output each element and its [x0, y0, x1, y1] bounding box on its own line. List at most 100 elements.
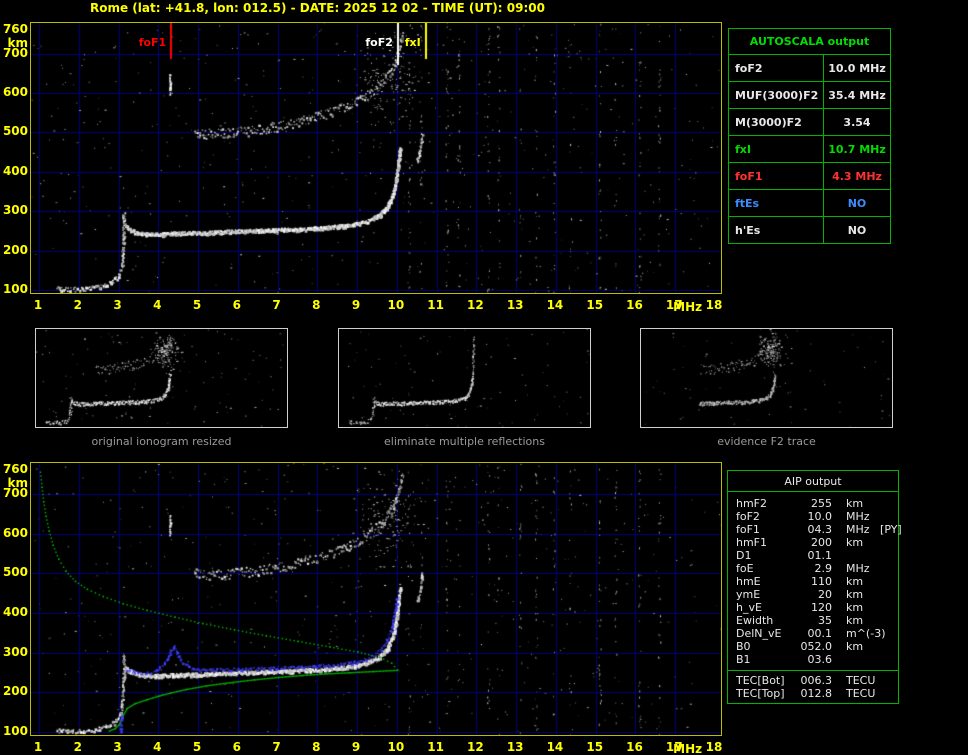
ionogram-panel-top: foF1 foF2 fxI — [30, 22, 722, 294]
aip-param-unit: km — [846, 536, 864, 549]
aip-param-name: foF1 — [736, 523, 760, 536]
x-tick-bottom: 9 — [351, 740, 361, 754]
aip-param-value: 10.0 — [807, 510, 833, 523]
autoscala-row: fxI 10.7 MHz — [728, 135, 891, 163]
autoscala-header-row: AUTOSCALA output — [728, 28, 891, 55]
aip-row: DelN_vE 00.1 m^(-3) — [736, 627, 898, 640]
x-tick-top: 6 — [232, 298, 241, 312]
thumbnail-f2-evidence — [640, 328, 893, 428]
x-tick-bottom: 8 — [312, 740, 321, 754]
autoscala-param-value: 35.4 MHz — [823, 81, 891, 109]
aip-param-name: DelN_vE — [736, 627, 782, 640]
aip-param-value: 012.8 — [800, 687, 833, 700]
aip-param-unit: m^(-3) — [846, 627, 886, 640]
aip-param-name: D1 — [736, 549, 752, 562]
aip-param-unit: km — [846, 575, 864, 588]
autoscala-param-value: NO — [823, 189, 891, 217]
x-tick-top: 1 — [33, 298, 43, 312]
thumbnail-canvas-original — [36, 329, 287, 427]
aip-row: B0 052.0 km — [736, 640, 898, 653]
aip-param-unit: MHz [PY] — [846, 523, 902, 536]
aip-param-value: 255 — [811, 497, 832, 510]
x-tick-top: 5 — [192, 298, 202, 312]
x-tick-bottom: 12 — [467, 740, 484, 754]
autoscala-param-value: 4.3 MHz — [823, 162, 891, 190]
aip-row: Ewidth 35 km — [736, 614, 898, 627]
autoscala-row: ftEs NO — [728, 189, 891, 217]
y-tick-top: 600 — [2, 85, 28, 100]
x-tick-bottom: 13 — [506, 740, 524, 754]
autoscala-param-value: 10.0 MHz — [823, 54, 891, 82]
aip-param-name: TEC[Top] — [736, 687, 785, 700]
ionogram-canvas-bottom — [31, 463, 721, 735]
aip-row: TEC[Top] 012.8 TECU — [736, 687, 898, 700]
y-tick-bottom: 760 — [2, 462, 28, 476]
autoscala-table-header: AUTOSCALA output — [728, 28, 891, 55]
y-axis-unit-top: km — [7, 36, 28, 50]
y-tick-bottom: 500 — [2, 565, 28, 580]
aip-param-unit: MHz — [846, 562, 870, 575]
x-tick-top: 2 — [73, 298, 82, 312]
autoscala-param-value: 3.54 — [823, 108, 891, 136]
aip-param-value: 110 — [811, 575, 832, 588]
x-tick-top: 15 — [586, 298, 604, 312]
x-tick-bottom: 2 — [73, 740, 82, 754]
aip-param-name: TEC[Bot] — [736, 674, 785, 687]
x-tick-bottom: 7 — [272, 740, 281, 754]
aip-param-name: h_vE — [736, 601, 762, 614]
autoscala-param-label: MUF(3000)F2 — [728, 81, 824, 109]
x-tick-bottom: 4 — [153, 740, 162, 754]
ionogram-canvas-top — [31, 23, 721, 293]
x-tick-top: 3 — [113, 298, 122, 312]
x-tick-top: 16 — [626, 298, 643, 312]
aip-param-unit: TECU — [846, 687, 876, 700]
y-tick-bottom: 200 — [2, 684, 28, 699]
autoscala-output-table: AUTOSCALA output foF2 10.0 MHz MUF(3000)F2… — [728, 28, 891, 244]
y-axis-unit-bottom: km — [7, 476, 28, 490]
aip-param-name: hmF1 — [736, 536, 768, 549]
x-tick-bottom: 3 — [113, 740, 122, 754]
autoscala-row: MUF(3000)F2 35.4 MHz — [728, 81, 891, 109]
caption-evidence-f2: evidence F2 trace — [717, 435, 816, 448]
x-tick-bottom: 15 — [586, 740, 604, 754]
autoscala-row: foF1 4.3 MHz — [728, 162, 891, 190]
aip-param-unit: km — [846, 601, 864, 614]
autoscala-param-value: 10.7 MHz — [823, 135, 891, 163]
y-tick-top: 200 — [2, 242, 28, 257]
aip-row: foF2 10.0 MHz — [736, 510, 898, 523]
autoscala-row: foF2 10.0 MHz — [728, 54, 891, 82]
aip-param-value: 200 — [811, 536, 832, 549]
x-tick-top: 13 — [506, 298, 524, 312]
x-tick-bottom: 11 — [427, 740, 444, 754]
aip-param-name: foF2 — [736, 510, 760, 523]
aip-param-unit: TECU — [846, 674, 876, 687]
autoscala-window: Rome (lat: +41.8, lon: 012.5) - DATE: 20… — [0, 0, 968, 755]
thumbnail-original-ionogram — [35, 328, 288, 428]
aip-row: foE 2.9 MHz — [736, 562, 898, 575]
aip-param-value: 120 — [811, 601, 832, 614]
aip-row: hmE 110 km — [736, 575, 898, 588]
aip-row: foF1 04.3 MHz [PY] — [736, 523, 902, 536]
aip-param-name: Ewidth — [736, 614, 774, 627]
aip-row: h_vE 120 km — [736, 601, 898, 614]
aip-param-name: hmF2 — [736, 497, 768, 510]
autoscala-param-label: M(3000)F2 — [728, 108, 824, 136]
y-tick-top: 300 — [2, 203, 28, 218]
aip-param-value: 01.1 — [807, 549, 833, 562]
y-tick-top: 400 — [2, 163, 28, 178]
x-tick-top: 4 — [153, 298, 162, 312]
x-tick-top: 12 — [467, 298, 484, 312]
x-axis-unit-top: MHz — [673, 300, 703, 314]
aip-param-unit — [832, 653, 898, 666]
aip-param-name: B1 — [736, 653, 751, 666]
autoscala-param-label: foF2 — [728, 54, 824, 82]
y-tick-top: 500 — [2, 124, 28, 139]
autoscala-row: h'Es NO — [728, 216, 891, 244]
aip-param-value: 00.1 — [807, 627, 833, 640]
x-tick-bottom: 1 — [33, 740, 43, 754]
y-tick-bottom: 400 — [2, 604, 28, 619]
aip-row: TEC[Bot] 006.3 TECU — [736, 674, 898, 687]
autoscala-param-label: fxI — [728, 135, 824, 163]
aip-param-value: 20 — [818, 588, 832, 601]
aip-param-unit: MHz — [846, 510, 870, 523]
